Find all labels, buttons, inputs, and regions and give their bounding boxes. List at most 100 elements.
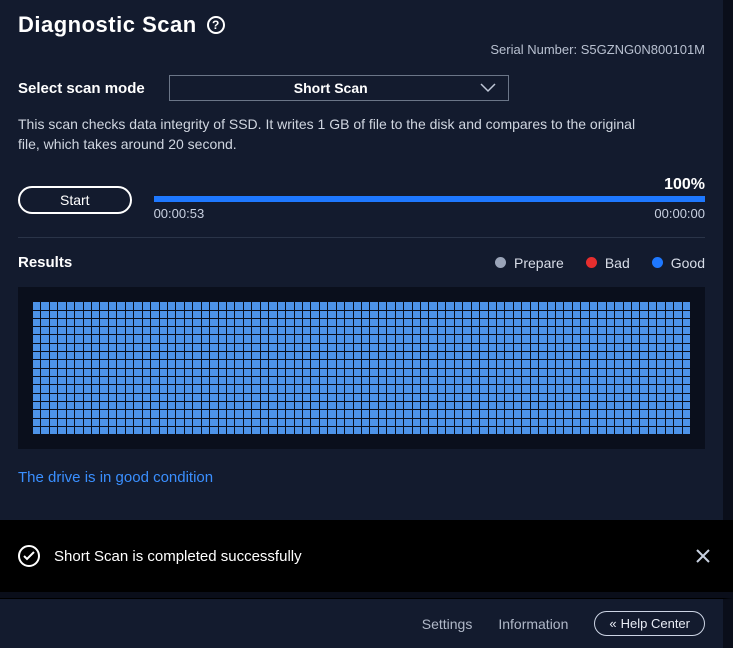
grid-cell <box>328 369 335 376</box>
grid-cell <box>185 377 192 384</box>
grid-cell <box>370 311 377 318</box>
grid-cell <box>615 427 622 434</box>
grid-cell <box>303 385 310 392</box>
grid-cell <box>269 327 276 334</box>
grid-cell <box>134 319 141 326</box>
grid-cell <box>548 352 555 359</box>
grid-cell <box>581 410 588 417</box>
grid-cell <box>387 352 394 359</box>
grid-cell <box>244 385 251 392</box>
grid-cell <box>472 369 479 376</box>
grid-cell <box>168 394 175 401</box>
grid-cell <box>109 344 116 351</box>
grid-cell <box>235 419 242 426</box>
grid-cell <box>337 344 344 351</box>
grid-cell <box>75 360 82 367</box>
grid-cell <box>514 385 521 392</box>
grid-cell <box>143 419 150 426</box>
divider <box>18 237 705 238</box>
grid-cell <box>438 394 445 401</box>
grid-cell <box>446 394 453 401</box>
grid-cell <box>624 352 631 359</box>
grid-cell <box>683 385 690 392</box>
grid-cell <box>514 419 521 426</box>
grid-cell <box>666 419 673 426</box>
grid-cell <box>396 394 403 401</box>
grid-cell <box>413 385 420 392</box>
grid-cell <box>396 319 403 326</box>
grid-cell <box>134 327 141 334</box>
grid-cell <box>109 302 116 309</box>
grid-cell <box>632 335 639 342</box>
grid-cell <box>598 319 605 326</box>
grid-cell <box>320 427 327 434</box>
grid-cell <box>210 344 217 351</box>
grid-cell <box>337 377 344 384</box>
grid-cell <box>666 302 673 309</box>
grid-cell <box>278 402 285 409</box>
grid-cell <box>100 319 107 326</box>
grid-cell <box>421 360 428 367</box>
grid-cell <box>413 402 420 409</box>
grid-cell <box>117 419 124 426</box>
grid-cell <box>295 377 302 384</box>
grid-cell <box>328 385 335 392</box>
settings-link[interactable]: Settings <box>422 616 473 632</box>
grid-cell <box>75 302 82 309</box>
grid-cell <box>337 419 344 426</box>
grid-cell <box>522 360 529 367</box>
grid-cell <box>92 419 99 426</box>
grid-cell <box>109 319 116 326</box>
grid-cell <box>337 394 344 401</box>
grid-cell <box>168 385 175 392</box>
grid-cell <box>303 427 310 434</box>
grid-cell <box>50 360 57 367</box>
grid-cell <box>67 410 74 417</box>
grid-cell <box>370 377 377 384</box>
grid-cell <box>657 327 664 334</box>
help-icon[interactable]: ? <box>207 16 225 34</box>
grid-cell <box>252 335 259 342</box>
grid-cell <box>666 427 673 434</box>
grid-cell <box>354 410 361 417</box>
grid-cell <box>117 402 124 409</box>
grid-cell <box>396 360 403 367</box>
grid-cell <box>286 410 293 417</box>
grid-cell <box>261 335 268 342</box>
grid-cell <box>92 352 99 359</box>
grid-cell <box>261 377 268 384</box>
grid-cell <box>320 311 327 318</box>
grid-cell <box>463 410 470 417</box>
grid-cell <box>58 369 65 376</box>
grid-cell <box>463 352 470 359</box>
grid-cell <box>126 344 133 351</box>
close-icon[interactable] <box>691 544 715 568</box>
grid-cell <box>624 319 631 326</box>
start-button[interactable]: Start <box>18 186 132 214</box>
help-center-button[interactable]: « Help Center <box>594 611 705 636</box>
information-link[interactable]: Information <box>498 616 568 632</box>
grid-cell <box>362 352 369 359</box>
grid-cell <box>421 302 428 309</box>
grid-cell <box>581 327 588 334</box>
grid-cell <box>261 360 268 367</box>
grid-cell <box>345 385 352 392</box>
grid-cell <box>497 360 504 367</box>
grid-cell <box>219 410 226 417</box>
grid-cell <box>278 427 285 434</box>
scan-mode-select[interactable]: Short Scan <box>169 75 509 101</box>
scan-mode-label: Select scan mode <box>18 80 145 97</box>
grid-cell <box>472 360 479 367</box>
grid-cell <box>320 327 327 334</box>
grid-cell <box>134 369 141 376</box>
grid-cell <box>109 352 116 359</box>
grid-cell <box>657 360 664 367</box>
grid-cell <box>50 369 57 376</box>
grid-cell <box>219 377 226 384</box>
grid-cell <box>311 377 318 384</box>
grid-cell <box>269 335 276 342</box>
grid-cell <box>657 335 664 342</box>
grid-cell <box>168 311 175 318</box>
grid-cell <box>649 311 656 318</box>
grid-cell <box>590 344 597 351</box>
